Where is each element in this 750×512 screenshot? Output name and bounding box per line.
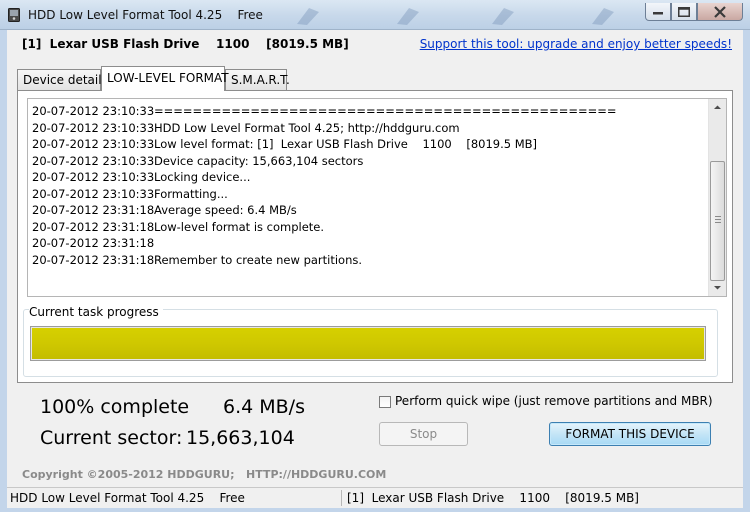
status-divider xyxy=(341,490,342,506)
decor-icon xyxy=(592,8,614,25)
support-link[interactable]: Support this tool: upgrade and enjoy bet… xyxy=(420,37,732,51)
arrow-down-icon[interactable] xyxy=(709,279,726,296)
log-line: 20-07-2012 23:10:33Low level format: [1]… xyxy=(32,136,706,153)
window-frame xyxy=(743,30,750,512)
maximize-icon xyxy=(678,6,690,17)
speed-value: 6.4 MB/s xyxy=(223,396,305,418)
log-line: 20-07-2012 23:10:33HDD Low Level Format … xyxy=(32,120,706,137)
status-device: [1] Lexar USB Flash Drive 1100 [8019.5 M… xyxy=(347,491,639,505)
log-message: Remember to create new partitions. xyxy=(154,252,363,267)
percent-complete: 100% complete xyxy=(40,396,190,418)
log-line: 20-07-2012 23:31:18Remember to create ne… xyxy=(32,252,706,269)
window-frame xyxy=(0,508,750,512)
tab-low-level-format[interactable]: LOW-LEVEL FORMAT xyxy=(101,66,229,91)
log-lines: 20-07-2012 23:10:33=====================… xyxy=(32,103,706,268)
log-message: Formatting... xyxy=(154,186,228,201)
log-line: 20-07-2012 23:10:33Formatting... xyxy=(32,186,706,203)
low-level-format-panel: 20-07-2012 23:10:33=====================… xyxy=(17,90,733,383)
log-line: 20-07-2012 23:10:33=====================… xyxy=(32,103,706,120)
maximize-button[interactable] xyxy=(671,3,697,21)
log-message: Low-level format is complete. xyxy=(154,219,325,234)
current-sector-label: Current sector: xyxy=(40,427,183,449)
grip-line xyxy=(715,222,721,223)
log-message: ========================================… xyxy=(154,104,617,118)
close-icon xyxy=(714,5,726,18)
log-message: Locking device... xyxy=(154,170,251,184)
log-timestamp: 20-07-2012 23:10:33 xyxy=(32,137,155,151)
device-title: [1] Lexar USB Flash Drive 1100 [8019.5 M… xyxy=(22,37,349,51)
log-message: Device capacity: 15,663,104 sectors xyxy=(154,153,364,168)
log-timestamp: 20-07-2012 23:10:33 xyxy=(32,186,155,201)
log-timestamp: 20-07-2012 23:31:18 xyxy=(32,203,155,217)
log-line: 20-07-2012 23:10:33Device capacity: 15,6… xyxy=(32,153,706,170)
scrollbar-thumb[interactable] xyxy=(710,161,725,281)
decor-icon xyxy=(492,8,514,25)
minimize-button[interactable] xyxy=(645,3,671,21)
quick-wipe-label[interactable]: Perform quick wipe (just remove partitio… xyxy=(395,394,713,408)
progress-group-label: Current task progress xyxy=(29,305,163,319)
current-sector-value: 15,663,104 xyxy=(186,427,295,449)
main-client-area: [1] Lexar USB Flash Drive 1100 [8019.5 M… xyxy=(7,30,743,487)
grip-line xyxy=(715,216,721,217)
status-app-version: HDD Low Level Format Tool 4.25 Free xyxy=(10,491,245,505)
arrow-up-icon[interactable] xyxy=(709,99,726,116)
tab-device-details[interactable]: Device details xyxy=(17,69,108,90)
stop-button[interactable]: Stop xyxy=(379,422,468,446)
decor-icon xyxy=(397,8,419,25)
log-line: 20-07-2012 23:31:18 xyxy=(32,235,706,252)
log-line: 20-07-2012 23:10:33Locking device... xyxy=(32,169,706,186)
minimize-icon xyxy=(653,11,663,14)
log-timestamp: 20-07-2012 23:10:33 xyxy=(32,104,155,118)
decor-icon xyxy=(297,8,319,25)
grip-line xyxy=(715,219,721,220)
log-timestamp: 20-07-2012 23:31:18 xyxy=(32,219,155,234)
log-timestamp: 20-07-2012 23:10:33 xyxy=(32,170,155,184)
log-box[interactable]: 20-07-2012 23:10:33=====================… xyxy=(27,98,727,297)
log-message: Low level format: [1] Lexar USB Flash Dr… xyxy=(154,137,538,151)
tab-smart[interactable]: S.M.A.R.T. xyxy=(225,69,290,90)
quick-wipe-checkbox[interactable] xyxy=(379,396,391,408)
log-timestamp: 20-07-2012 23:31:18 xyxy=(32,252,155,267)
progress-bar xyxy=(30,326,706,361)
window-title: HDD Low Level Format Tool 4.25 Free xyxy=(28,8,263,22)
hdd-app-icon xyxy=(8,8,20,22)
log-timestamp: 20-07-2012 23:10:33 xyxy=(32,120,155,135)
progress-bar-fill xyxy=(32,328,704,359)
log-message: Average speed: 6.4 MB/s xyxy=(154,203,297,217)
log-timestamp: 20-07-2012 23:31:18 xyxy=(32,236,155,250)
title-bar[interactable]: HDD Low Level Format Tool 4.25 Free xyxy=(0,0,750,30)
log-timestamp: 20-07-2012 23:10:33 xyxy=(32,153,155,168)
format-device-button[interactable]: FORMAT THIS DEVICE xyxy=(549,422,711,446)
close-button[interactable] xyxy=(697,3,743,21)
copyright-text: Copyright ©2005-2012 HDDGURU; HTTP://HDD… xyxy=(22,468,387,481)
window-frame xyxy=(0,30,7,512)
log-message: HDD Low Level Format Tool 4.25; http://h… xyxy=(154,120,460,135)
log-line: 20-07-2012 23:31:18Average speed: 6.4 MB… xyxy=(32,202,706,219)
status-bar: HDD Low Level Format Tool 4.25 Free [1] … xyxy=(7,487,743,508)
log-line: 20-07-2012 23:31:18Low-level format is c… xyxy=(32,219,706,236)
vertical-scrollbar[interactable] xyxy=(708,99,726,296)
